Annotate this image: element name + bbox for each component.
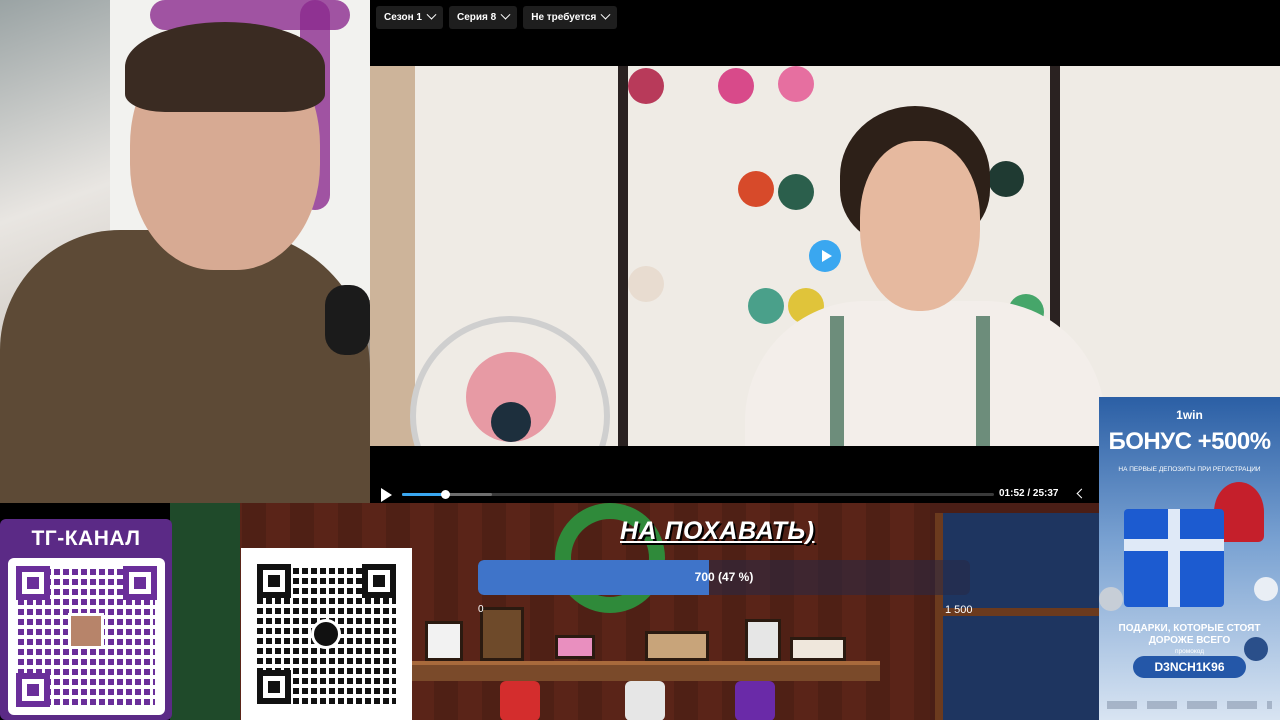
donation-goal-max: 1 500: [945, 604, 973, 616]
ad-tagline: ПОДАРКИ, КОТОРЫЕ СТОЯТ ДОРОЖЕ ВСЕГО: [1118, 623, 1261, 646]
webcam-hoodie: [0, 230, 370, 503]
ornament-icon: [1254, 577, 1278, 601]
play-button[interactable]: [381, 488, 392, 502]
scene-box-item: [645, 631, 709, 661]
ad-subtitle: НА ПЕРВЫЕ ДЕПОЗИТЫ ПРИ РЕГИСТРАЦИИ: [1118, 466, 1261, 473]
ad-banner[interactable]: 1win БОНУС +500% НА ПЕРВЫЕ ДЕПОЗИТЫ ПРИ …: [1099, 397, 1280, 720]
current-time: 01:52: [999, 488, 1025, 499]
donation-goal-min: 0: [478, 604, 484, 615]
video-woman-apron: [830, 316, 990, 446]
stream-screen: Сезон 1 Серия 8 Не требуется 01:52 / 25:…: [0, 0, 1280, 720]
scene-frame-item: [425, 621, 463, 661]
video-frame[interactable]: [370, 66, 1280, 446]
microphone: [325, 285, 370, 355]
audio-select[interactable]: Не требуется: [523, 6, 618, 29]
seek-bar-progress: [402, 493, 446, 496]
seek-bar-handle[interactable]: [441, 490, 451, 499]
fan-hub: [491, 402, 531, 442]
time-display: 01:52 / 25:37: [999, 488, 1059, 499]
qr-logo: [311, 619, 341, 649]
scene-stocking: [625, 681, 665, 720]
qr-finder: [257, 670, 291, 704]
qr-avatar: [68, 613, 104, 649]
gift-ribbon: [1168, 509, 1180, 607]
ribbon-roll: [778, 174, 814, 210]
scene-stocking: [735, 681, 775, 720]
scene-box-item: [555, 635, 595, 659]
ad-brand: 1win: [1176, 408, 1203, 422]
ad-promo-label: промокод: [1174, 648, 1204, 655]
scene-window: [935, 513, 1100, 720]
chevron-down-icon: [600, 9, 611, 20]
donation-goal-text: 700 (47 %): [694, 570, 754, 584]
episode-selectors: Сезон 1 Серия 8 Не требуется: [376, 6, 618, 29]
season-select-label: Сезон 1: [384, 12, 422, 23]
scene-tree: [170, 503, 240, 720]
donation-goal-title: НА ПОХАВАТЬ): [620, 517, 815, 545]
ribbon-roll: [628, 68, 664, 104]
ribbon-roll: [718, 68, 754, 104]
donation-goal-bar: 700 (47 %): [478, 560, 970, 595]
webcam-hair: [125, 22, 325, 112]
ribbon-roll: [628, 266, 664, 302]
ribbon-roll: [988, 161, 1024, 197]
episode-select[interactable]: Серия 8: [449, 6, 518, 29]
ad-bonus: БОНУС +500%: [1108, 428, 1271, 455]
ad-footer-icons: [1107, 701, 1272, 709]
gift-ribbon: [1124, 539, 1224, 551]
qr-finder: [257, 564, 291, 598]
donation-qr-code: [241, 548, 412, 720]
scene-stocking: [500, 681, 540, 720]
chevron-left-icon[interactable]: [1076, 488, 1087, 499]
seek-bar[interactable]: [402, 490, 994, 499]
scene-cabinet-item: [480, 607, 524, 661]
duration: 25:37: [1032, 488, 1059, 499]
season-select[interactable]: Сезон 1: [376, 6, 443, 29]
video-woman-face: [860, 141, 980, 311]
ribbon-roll: [738, 171, 774, 207]
chevron-down-icon: [500, 9, 511, 20]
tg-channel-card: ТГ-КАНАЛ: [0, 519, 172, 720]
episode-select-label: Серия 8: [457, 12, 497, 23]
play-icon: [821, 250, 832, 262]
scene-cake-item: [790, 637, 846, 661]
gift-icon: [1124, 509, 1224, 607]
tg-qr-code: [8, 558, 165, 715]
ribbon-roll: [778, 66, 814, 102]
time-separator: /: [1027, 488, 1031, 499]
video-shelf: [370, 66, 415, 446]
webcam-feed: [0, 0, 370, 503]
audio-select-label: Не требуется: [531, 12, 597, 23]
tg-channel-label: ТГ-КАНАЛ: [31, 527, 141, 550]
chevron-down-icon: [426, 9, 437, 20]
scene-shelf: [410, 661, 880, 681]
qr-finder: [362, 564, 396, 598]
ribbon-roll: [748, 288, 784, 324]
ad-promo-code: D3NCH1K96: [1133, 656, 1246, 678]
scene-cup-item: [745, 619, 781, 661]
qr-finder: [16, 673, 50, 707]
qr-finder: [16, 566, 50, 600]
qr-finder: [123, 566, 157, 600]
video-play-overlay-button[interactable]: [809, 240, 841, 272]
ornament-icon: [1099, 587, 1123, 611]
